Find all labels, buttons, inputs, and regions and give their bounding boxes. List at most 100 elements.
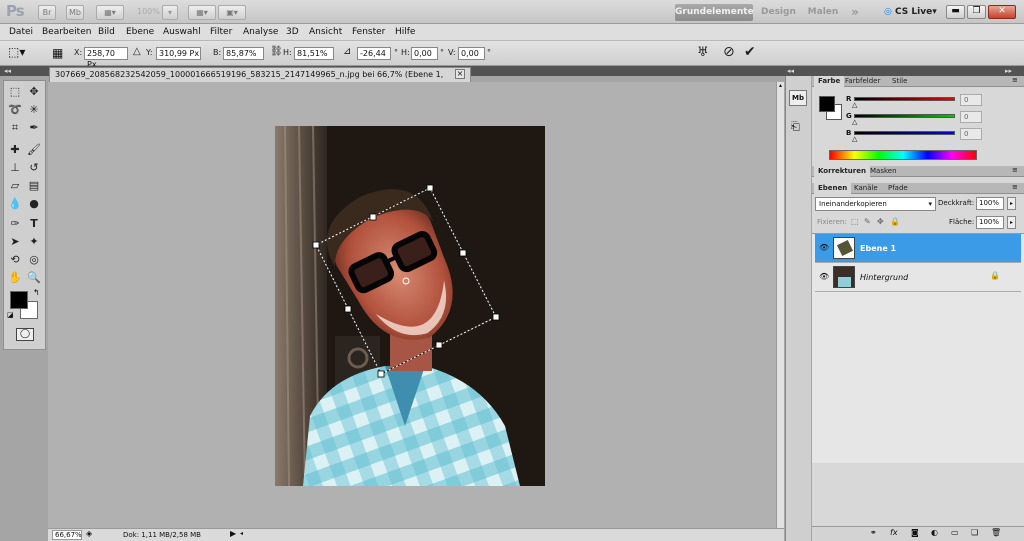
workspace-malen[interactable]: Malen (807, 4, 839, 21)
crop-tool-icon[interactable]: ⌗ (6, 120, 24, 136)
lock-transparency-icon[interactable]: ⬚ (851, 217, 859, 226)
menu-datei[interactable]: Datei (9, 27, 33, 37)
mini-bridge-panel-icon[interactable]: Mb (789, 90, 807, 106)
clone-stamp-tool-icon[interactable]: ⊥ (6, 160, 24, 176)
minimize-button[interactable]: ▬ (946, 5, 965, 19)
blur-tool-icon[interactable]: 💧 (6, 196, 24, 212)
b-value[interactable]: 0 (960, 128, 982, 140)
path-selection-tool-icon[interactable]: ➤ (6, 234, 24, 250)
relative-position-icon[interactable]: △ (133, 46, 141, 57)
b-slider-handle[interactable]: △ (852, 135, 857, 143)
r-slider[interactable] (854, 97, 955, 101)
eraser-tool-icon[interactable]: ▱ (6, 178, 24, 194)
layer-visibility-eye-icon[interactable]: 👁 (819, 243, 829, 252)
shape-tool-icon[interactable]: ✦ (25, 234, 43, 250)
collapse-iconstrip-icon[interactable]: ◂◂ (787, 67, 794, 75)
arrange-documents-button[interactable]: ▦▾ (188, 5, 216, 20)
layer-row-ebene-1[interactable]: 👁 Ebene 1 (815, 234, 1021, 263)
color-panel-fg-swatch-front[interactable] (819, 96, 835, 112)
3d-orbit-tool-icon[interactable]: ◎ (25, 252, 43, 268)
layer-style-icon[interactable]: fx (890, 528, 898, 537)
g-value[interactable]: 0 (960, 111, 982, 123)
status-info-icon[interactable]: ◈ (86, 529, 92, 538)
hscroll-left-arrow[interactable]: ◂ (240, 530, 243, 537)
menu-filter[interactable]: Filter (210, 27, 232, 37)
color-spectrum-ramp[interactable] (829, 150, 977, 160)
commit-transform-icon[interactable]: ✔ (744, 44, 756, 60)
tab-kanaele[interactable]: Kanäle (850, 183, 882, 194)
y-position-field[interactable]: 310,99 Px (156, 47, 201, 60)
document-tab-close-button[interactable]: × (455, 69, 465, 79)
opacity-field[interactable]: 100% (976, 197, 1004, 210)
mini-bridge-button[interactable]: Mb (66, 5, 84, 20)
maximize-button[interactable]: ❐ (967, 5, 986, 19)
x-position-field[interactable]: 258,70 Px (84, 47, 128, 69)
reference-point-icon[interactable]: ▦ (52, 46, 68, 61)
blend-mode-select[interactable]: Ineinanderkopieren ▾ (815, 197, 936, 211)
collapse-toolbar-icon[interactable]: ◂◂ (4, 67, 11, 75)
add-mask-icon[interactable]: ◙ (911, 528, 919, 537)
history-panel-icon[interactable]: ⎗ (791, 120, 800, 134)
tool-preset-picker[interactable]: ⬚▾ (8, 45, 36, 62)
status-menu-arrow[interactable]: ▶ (230, 529, 236, 538)
link-layers-icon[interactable]: ⚭ (870, 528, 877, 537)
width-field[interactable]: 85,87% (223, 47, 264, 60)
tab-ebenen[interactable]: Ebenen (814, 183, 852, 194)
new-layer-icon[interactable]: ❏ (971, 528, 978, 537)
horizontal-skew-field[interactable]: 0,00 (411, 47, 438, 60)
fill-field[interactable]: 100% (976, 216, 1004, 229)
tab-stile[interactable]: Stile (888, 76, 911, 87)
quick-mask-icon[interactable]: ◯ (16, 328, 34, 341)
menu-analyse[interactable]: Analyse (243, 27, 278, 37)
layer-name-hintergrund[interactable]: Hintergrund (860, 263, 908, 292)
cs-live-button[interactable]: ◎ CS Live▾ (884, 4, 937, 21)
tab-korrekturen[interactable]: Korrekturen (814, 166, 870, 177)
document-tab[interactable]: 307669_208568232542059_100001666519196_5… (49, 67, 471, 93)
move-tool-icon[interactable]: ✥ (25, 84, 43, 100)
view-extras-button[interactable]: ▦▾ (96, 5, 124, 20)
menu-hilfe[interactable]: Hilfe (395, 27, 415, 37)
bridge-button[interactable]: Br (38, 5, 56, 20)
adjustments-panel-menu-icon[interactable]: ≡ (1012, 166, 1018, 174)
vertical-scrollbar[interactable]: ▴ (776, 82, 784, 528)
lasso-tool-icon[interactable]: ➰ (6, 102, 24, 118)
document-image[interactable] (275, 126, 545, 486)
layer-name-ebene-1[interactable]: Ebene 1 (860, 234, 896, 263)
zoom-tool-icon[interactable]: 🔍 (25, 270, 43, 286)
close-window-button[interactable]: ✕ (988, 5, 1016, 19)
delete-layer-icon[interactable]: 🗑 (991, 528, 1001, 537)
tab-pfade[interactable]: Pfade (884, 183, 912, 194)
layers-panel-menu-icon[interactable]: ≡ (1012, 183, 1018, 191)
eyedropper-tool-icon[interactable]: ✒ (25, 120, 43, 136)
lock-position-icon[interactable]: ✥ (877, 217, 884, 226)
collapse-panels-icon[interactable]: ▸▸ (1005, 67, 1012, 75)
lock-pixels-icon[interactable]: ✎ (864, 217, 871, 226)
fill-slider-button[interactable]: ▸ (1007, 216, 1016, 229)
3d-rotate-tool-icon[interactable]: ⟲ (6, 252, 24, 268)
marquee-tool-icon[interactable]: ⬚ (6, 84, 24, 100)
menu-auswahl[interactable]: Auswahl (163, 27, 201, 37)
scroll-up-arrow[interactable]: ▴ (777, 82, 784, 90)
zoom-level-dropdown[interactable]: 100% (137, 7, 160, 16)
opacity-slider-button[interactable]: ▸ (1007, 197, 1016, 210)
tab-farbfelder[interactable]: Farbfelder (841, 76, 884, 87)
g-slider[interactable] (854, 114, 955, 118)
workspace-grundelemente[interactable]: Grundelemente (675, 4, 754, 21)
gradient-tool-icon[interactable]: ▤ (25, 178, 43, 194)
swap-colors-icon[interactable]: ↰ (33, 288, 40, 297)
new-group-icon[interactable]: ▭ (951, 528, 959, 537)
workspace-design[interactable]: Design (761, 4, 796, 21)
lock-all-icon[interactable]: 🔒 (890, 217, 900, 226)
healing-brush-tool-icon[interactable]: ✚ (6, 142, 24, 158)
link-icon[interactable]: ⛓ (270, 46, 283, 57)
menu-ebene[interactable]: Ebene (126, 27, 154, 37)
dodge-tool-icon[interactable]: ● (25, 196, 43, 212)
default-colors-icon[interactable]: ◪ (7, 311, 14, 319)
tab-farbe[interactable]: Farbe (814, 76, 845, 87)
brush-tool-icon[interactable]: 🖌 (25, 142, 43, 158)
more-workspaces-button[interactable]: » (848, 4, 862, 21)
r-value[interactable]: 0 (960, 94, 982, 106)
g-slider-handle[interactable]: △ (852, 118, 857, 126)
zoom-field[interactable]: 66,67% (52, 530, 82, 540)
b-slider[interactable] (854, 131, 955, 135)
